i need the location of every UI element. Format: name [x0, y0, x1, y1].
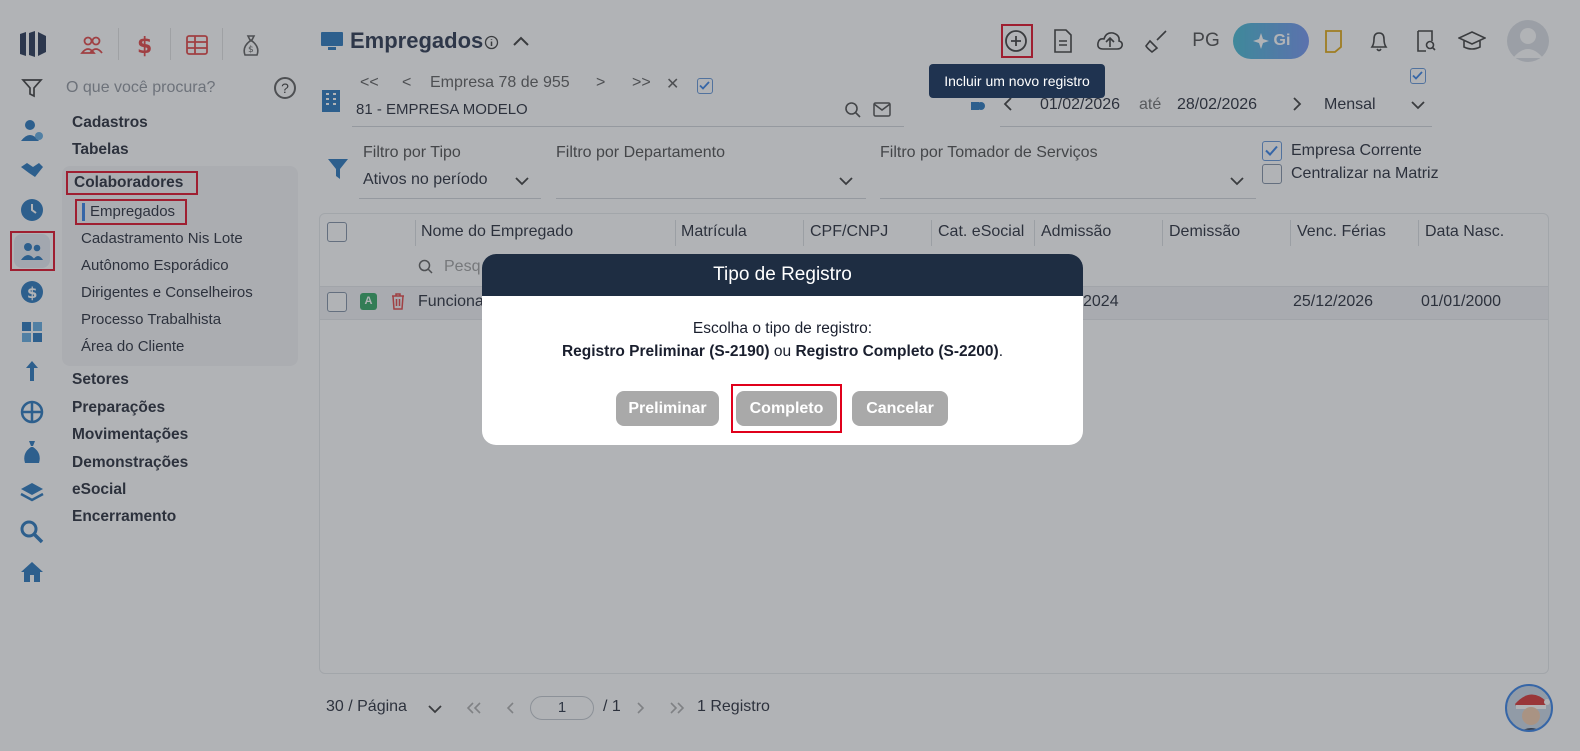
- registro-type-dialog: Tipo de Registro Escolha o tipo de regis…: [482, 254, 1083, 445]
- dialog-title: Tipo de Registro: [482, 254, 1083, 296]
- option-period: .: [998, 343, 1004, 360]
- highlight-completo: [731, 384, 842, 433]
- option-completo-text: Registro Completo (S-2200): [795, 343, 999, 360]
- dialog-prompt: Escolha o tipo de registro:: [692, 320, 873, 337]
- option-preliminar-text: Registro Preliminar (S-2190): [561, 343, 770, 360]
- preliminar-button[interactable]: Preliminar: [616, 391, 719, 426]
- dialog-options-text: Registro Preliminar (S-2190) ou Registro…: [482, 343, 1083, 361]
- option-separator: ou: [769, 343, 796, 360]
- cancelar-button[interactable]: Cancelar: [852, 391, 948, 426]
- add-record-tooltip: Incluir um novo registro: [929, 64, 1105, 98]
